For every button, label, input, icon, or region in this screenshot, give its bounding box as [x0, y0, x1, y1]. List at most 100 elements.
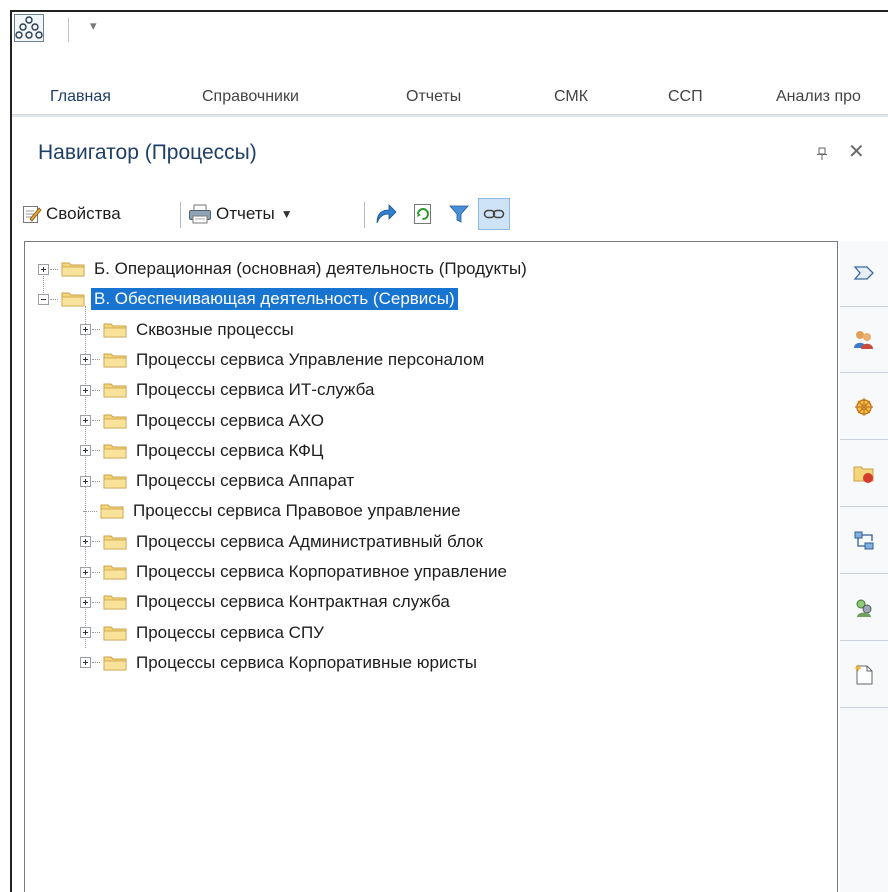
right-sidebar	[840, 241, 888, 892]
tree-node[interactable]: Процессы сервиса Корпоративное управлени…	[80, 557, 510, 587]
tree-connector	[92, 662, 100, 664]
sidebar-button[interactable]	[840, 374, 888, 440]
roles-icon	[856, 599, 872, 617]
sidebar-button[interactable]	[840, 441, 888, 507]
tree-connector	[92, 329, 100, 331]
arrow-forward-icon	[376, 204, 397, 224]
ribbon-tabs: Главная Справочники Отчеты СМК ССП Анали…	[12, 72, 888, 115]
process-arrow-icon	[853, 265, 874, 280]
tree-node-label: Сквозные процессы	[136, 319, 294, 339]
toolbar-separator	[364, 202, 365, 228]
tree-node[interactable]: Процессы сервиса Административный блок	[80, 527, 486, 557]
tree-connector	[92, 450, 100, 452]
tree-node-label: Процессы сервиса Корпоративное управлени…	[136, 562, 507, 581]
tab-reports[interactable]: Отчеты	[406, 88, 461, 106]
users-group-icon	[854, 330, 873, 349]
expand-icon[interactable]	[80, 536, 91, 548]
qat-customize-icon[interactable]: ▾	[90, 18, 97, 34]
sidebar-button[interactable]	[840, 307, 888, 373]
new-document-icon	[854, 663, 873, 684]
chevron-down-icon: ▼	[280, 207, 293, 221]
tab-qms[interactable]: СМК	[554, 88, 588, 106]
tree-node[interactable]: Б. Операционная (основная) деятельность …	[38, 254, 530, 284]
tree-node[interactable]: Процессы сервиса Управление персоналом	[80, 345, 487, 375]
tree-node[interactable]: Процессы сервиса Аппарат	[80, 466, 357, 496]
properties-label: Свойства	[46, 204, 121, 223]
tree-node[interactable]: Процессы сервиса Корпоративные юристы	[80, 648, 480, 678]
expand-icon[interactable]	[80, 475, 91, 487]
properties-button[interactable]: Свойства	[22, 199, 121, 229]
link-icon	[483, 209, 505, 219]
folder-icon	[103, 565, 127, 580]
expand-icon[interactable]	[80, 415, 91, 426]
process-tree: Б. Операционная (основная) деятельность …	[24, 241, 838, 892]
tree-node[interactable]: Процессы сервиса КФЦ	[80, 436, 327, 466]
properties-icon	[23, 206, 42, 223]
tree-connector	[50, 298, 58, 300]
expand-icon[interactable]	[80, 627, 91, 639]
folder-icon	[100, 504, 124, 519]
tree-connector	[92, 480, 100, 482]
expand-icon[interactable]	[80, 384, 91, 396]
tree-connector	[92, 601, 100, 603]
tree-node[interactable]: В. Обеспечивающая деятельность (Сервисы)	[38, 284, 458, 314]
navigate-button[interactable]	[374, 199, 398, 229]
expand-icon[interactable]	[38, 263, 49, 275]
tab-bsc[interactable]: ССП	[668, 88, 703, 106]
expand-icon[interactable]	[80, 354, 91, 366]
tree-node-label: Процессы сервиса Аппарат	[136, 471, 355, 491]
sidebar-button[interactable]	[840, 508, 888, 574]
collapse-icon[interactable]	[38, 293, 49, 305]
tab-analysis[interactable]: Анализ про	[776, 88, 861, 106]
tree-connector	[92, 389, 100, 391]
tree-node[interactable]: Процессы сервиса СПУ	[80, 618, 327, 648]
sidebar-button[interactable]	[840, 241, 888, 307]
toolbar-separator	[180, 202, 181, 228]
refresh-icon	[414, 204, 431, 224]
tree-connector	[92, 359, 100, 361]
folder-shield-icon	[853, 466, 874, 483]
reports-label: Отчеты	[216, 204, 275, 223]
tree-node-label: Процессы сервиса Корпоративные юристы	[136, 652, 477, 672]
tab-references[interactable]: Справочники	[202, 88, 299, 106]
pin-icon[interactable]	[816, 147, 828, 161]
sidebar-button[interactable]	[840, 642, 888, 708]
close-icon[interactable]: ✕	[848, 139, 865, 164]
qat-separator	[68, 18, 69, 42]
tree-node-label: Процессы сервиса Контрактная служба	[136, 592, 450, 612]
wheel-icon	[855, 397, 873, 416]
app-window: ▾ Главная Справочники Отчеты СМК ССП Ана…	[10, 10, 888, 892]
app-logo-icon[interactable]	[14, 14, 44, 42]
tree-node-label: Процессы сервиса Управление персоналом	[136, 349, 485, 369]
link-button[interactable]	[478, 198, 510, 230]
tree-node[interactable]: Процессы сервиса Правовое управление	[80, 496, 464, 526]
tree-node-label: Процессы сервиса ИТ-служба	[136, 380, 375, 400]
expand-icon[interactable]	[80, 324, 91, 336]
tree-node[interactable]: Сквозные процессы	[80, 315, 297, 345]
folder-icon	[103, 414, 127, 428]
tree-connector	[92, 571, 100, 573]
expand-icon[interactable]	[80, 657, 91, 669]
expand-icon[interactable]	[80, 566, 91, 578]
filter-button[interactable]	[448, 199, 470, 229]
tree-node[interactable]: Процессы сервиса Контрактная служба	[80, 587, 453, 617]
reports-button[interactable]: Отчеты ▼	[188, 199, 293, 229]
tree-node[interactable]: Процессы сервиса АХО	[80, 406, 327, 436]
tab-main[interactable]: Главная	[50, 88, 111, 106]
expand-icon[interactable]	[80, 596, 91, 608]
tree-connector	[92, 541, 100, 543]
folder-icon	[103, 383, 127, 398]
tree-node-label: Процессы сервиса СПУ	[136, 622, 324, 642]
folder-icon	[103, 474, 127, 489]
tree-node[interactable]: Процессы сервиса ИТ-служба	[80, 375, 377, 405]
filter-icon	[449, 205, 469, 223]
tree-node-label: В. Обеспечивающая деятельность (Сервисы)	[91, 288, 458, 311]
refresh-button[interactable]	[412, 199, 434, 229]
folder-icon	[103, 595, 127, 610]
tree-connector	[50, 268, 58, 270]
sidebar-button[interactable]	[840, 575, 888, 641]
panel-toolbar: Свойства Отчеты ▼	[12, 195, 888, 235]
expand-icon[interactable]	[80, 445, 91, 457]
tree-leaf-connector	[80, 506, 91, 517]
panel-title: Навигатор (Процессы)	[38, 141, 257, 164]
